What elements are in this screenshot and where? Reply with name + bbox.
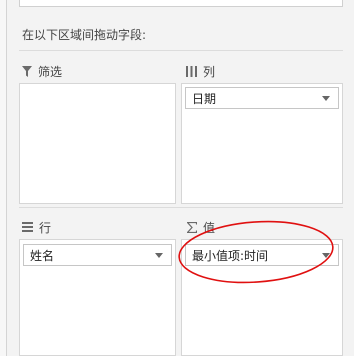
section-divider-middle [19, 207, 343, 208]
rows-icon [22, 222, 33, 232]
rows-area-title: 行 [39, 220, 52, 235]
filters-area-header: 筛选 [22, 63, 62, 79]
filters-area-title: 筛选 [38, 64, 63, 79]
sigma-icon [187, 221, 197, 233]
field-list-bottom-edge [19, 0, 343, 7]
values-area-title: 值 [203, 220, 216, 235]
pane-left-edge [0, 0, 7, 356]
rows-field-name[interactable]: 姓名 [23, 244, 172, 266]
rows-field-label: 姓名 [30, 248, 55, 263]
values-drop-area[interactable]: 最小值项:时间 [181, 239, 343, 356]
columns-icon [186, 65, 197, 77]
values-area-header: 值 [187, 219, 215, 235]
chevron-down-icon[interactable] [322, 253, 330, 258]
drag-instruction: 在以下区域间拖动字段: [22, 28, 147, 42]
section-divider [19, 50, 343, 51]
chevron-down-icon[interactable] [322, 96, 330, 101]
columns-area-header: 列 [186, 63, 215, 79]
filter-icon [22, 65, 32, 77]
filters-drop-area[interactable] [19, 83, 176, 204]
columns-area-title: 列 [203, 64, 216, 79]
values-field-label: 最小值项:时间 [192, 248, 269, 263]
chevron-down-icon[interactable] [155, 253, 163, 258]
columns-drop-area[interactable]: 日期 [181, 83, 343, 204]
values-field-min-time[interactable]: 最小值项:时间 [185, 244, 339, 266]
rows-drop-area[interactable]: 姓名 [19, 239, 176, 356]
columns-field-date[interactable]: 日期 [185, 87, 339, 109]
columns-field-label: 日期 [192, 91, 217, 106]
rows-area-header: 行 [22, 219, 51, 235]
